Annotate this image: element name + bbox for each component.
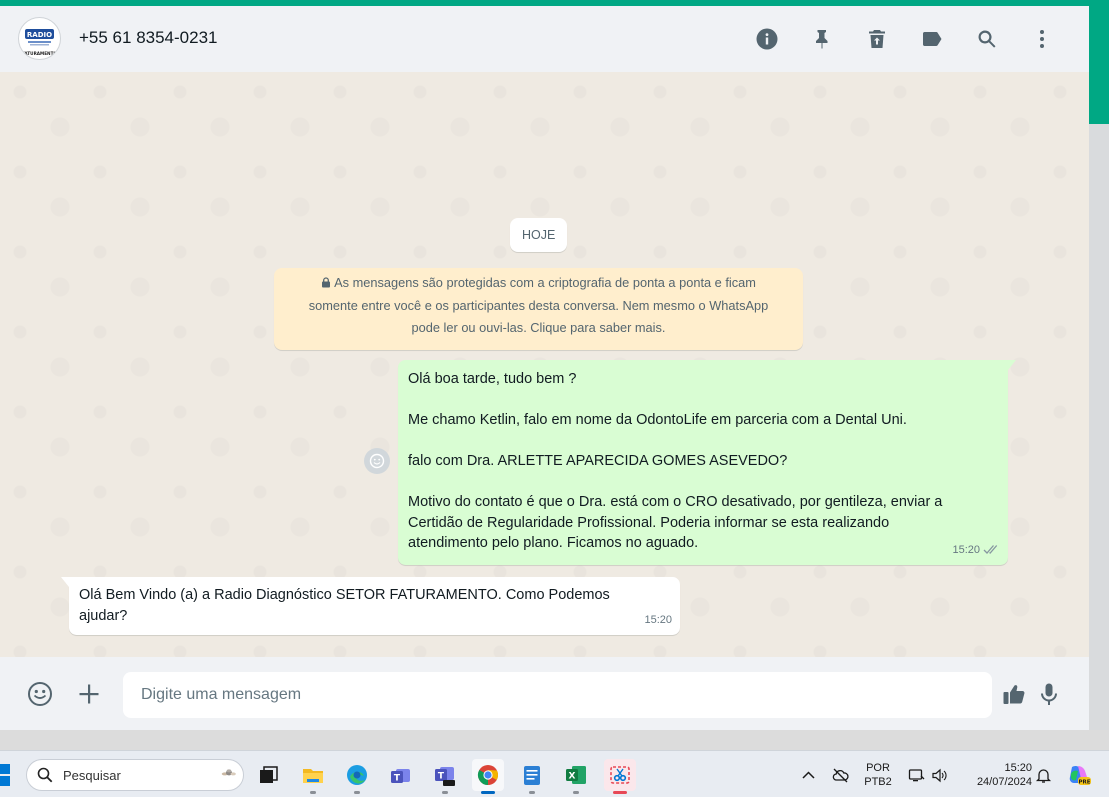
bubble-tail: [61, 577, 69, 587]
search-icon[interactable]: [968, 24, 1006, 54]
window-right-edge: [1089, 124, 1109, 730]
lock-icon: [322, 277, 331, 288]
message-meta: 15:20: [952, 540, 1000, 561]
microphone-icon[interactable]: [1034, 679, 1064, 709]
whatsapp-window: RADIO FATURAMENTO +55 61 8354-0231 HOJE …: [0, 6, 1089, 730]
file-explorer-icon[interactable]: [297, 759, 329, 794]
system-clock[interactable]: 15:20 24/07/2024: [960, 761, 1032, 789]
incoming-message[interactable]: Olá Bem Vindo (a) a Radio Diagnóstico SE…: [61, 577, 680, 635]
menu-icon[interactable]: [1023, 24, 1061, 54]
tray-overflow-chevron-icon[interactable]: [798, 765, 818, 785]
windows-start-icon[interactable]: [0, 763, 12, 787]
encryption-notice-line-1: As mensagens são protegidas com a cripto…: [274, 272, 803, 295]
message-input[interactable]: [123, 672, 992, 718]
snipping-tool-icon[interactable]: [604, 759, 636, 794]
delete-icon[interactable]: [858, 24, 896, 54]
windows-taskbar: Pesquisar T T X POR PTB2 15:20 24/07/202…: [0, 750, 1109, 797]
message-time: 15:20: [952, 543, 980, 556]
header-actions: [731, 24, 1061, 54]
message-line: Me chamo Ketlin, falo em nome da OdontoL…: [408, 412, 907, 428]
task-view-icon[interactable]: [252, 759, 284, 791]
window-right-accent: [1089, 6, 1109, 124]
teams-icon[interactable]: T: [385, 759, 417, 791]
running-indicator: [354, 791, 360, 794]
emoji-icon[interactable]: [25, 679, 55, 709]
svg-text:X: X: [569, 772, 576, 782]
svg-text:T: T: [438, 772, 445, 782]
pin-icon[interactable]: [803, 24, 841, 54]
copilot-icon[interactable]: PRE: [1066, 762, 1092, 788]
network-display-icon[interactable]: [906, 765, 926, 785]
date-separator: HOJE: [510, 218, 568, 252]
message-line: Motivo do contato é que o Dra. está com …: [408, 494, 943, 510]
radio-logo-icon: RADIO FATURAMENTO: [19, 18, 60, 59]
message-line: ajudar?: [79, 607, 128, 624]
running-indicator: [310, 791, 316, 794]
message-line: falo com Dra. ARLETTE APARECIDA GOMES AS…: [408, 453, 788, 469]
notepad-icon[interactable]: [516, 759, 548, 794]
svg-text:RADIO: RADIO: [27, 31, 52, 39]
double-tick-icon: [983, 545, 998, 555]
smiley-icon: [369, 453, 385, 469]
taskbar-search[interactable]: Pesquisar: [26, 759, 244, 791]
svg-text:PRE: PRE: [1078, 779, 1090, 785]
taskbar-search-label: Pesquisar: [63, 767, 121, 783]
chat-header: RADIO FATURAMENTO +55 61 8354-0231: [0, 6, 1089, 72]
contact-name[interactable]: +55 61 8354-0231: [79, 28, 218, 48]
excel-icon[interactable]: X: [560, 759, 592, 794]
outgoing-message[interactable]: Olá boa tarde, tudo bem ? Me chamo Ketli…: [398, 360, 1016, 565]
teams-new-icon[interactable]: T: [429, 759, 461, 794]
svg-text:FATURAMENTO: FATURAMENTO: [22, 51, 57, 56]
message-time: 15:20: [644, 613, 672, 626]
running-indicator: [529, 791, 535, 794]
input-language[interactable]: POR PTB2: [856, 761, 900, 789]
clock-date: 24/07/2024: [976, 776, 1032, 788]
language-code: POR: [866, 762, 890, 774]
running-indicator: [613, 791, 627, 794]
bubble-tail: [1008, 360, 1016, 370]
thumbs-up-icon[interactable]: [999, 679, 1029, 709]
notification-bell-icon[interactable]: [1033, 765, 1053, 785]
chrome-icon[interactable]: [472, 759, 504, 794]
contact-avatar[interactable]: RADIO FATURAMENTO: [18, 17, 61, 60]
edge-browser-icon[interactable]: [341, 759, 373, 794]
react-emoji-button[interactable]: [364, 448, 390, 474]
composer-bar: [0, 657, 1089, 730]
message-line: Olá Bem Vindo (a) a Radio Diagnóstico SE…: [79, 587, 610, 603]
encryption-notice-line-3: pode ler ou ouvi-las. Clique para saber …: [411, 320, 666, 335]
search-icon: [37, 767, 53, 783]
label-icon[interactable]: [913, 24, 951, 54]
running-indicator: [573, 791, 579, 794]
encryption-notice-line-2: somente entre você e os participantes de…: [308, 297, 769, 313]
message-line: Certidão de Regularidade Profissional. P…: [408, 514, 890, 531]
search-highlight-icon: [221, 769, 236, 776]
info-icon[interactable]: [748, 24, 786, 54]
running-indicator: [442, 791, 448, 794]
onedrive-offline-icon[interactable]: [830, 765, 850, 785]
message-line: atendimento pelo plano. Ficamos no aguad…: [408, 535, 699, 551]
keyboard-layout: PTB2: [864, 776, 892, 788]
chat-messages-area[interactable]: HOJE As mensagens são protegidas com a c…: [0, 72, 1089, 657]
message-line: Olá boa tarde, tudo bem ?: [408, 371, 577, 387]
clock-time: 15:20: [1004, 762, 1032, 774]
attach-plus-icon[interactable]: [74, 679, 104, 709]
volume-icon[interactable]: [929, 765, 949, 785]
encryption-notice[interactable]: As mensagens são protegidas com a cripto…: [274, 268, 803, 350]
running-indicator: [481, 791, 495, 794]
svg-text:T: T: [394, 774, 401, 784]
